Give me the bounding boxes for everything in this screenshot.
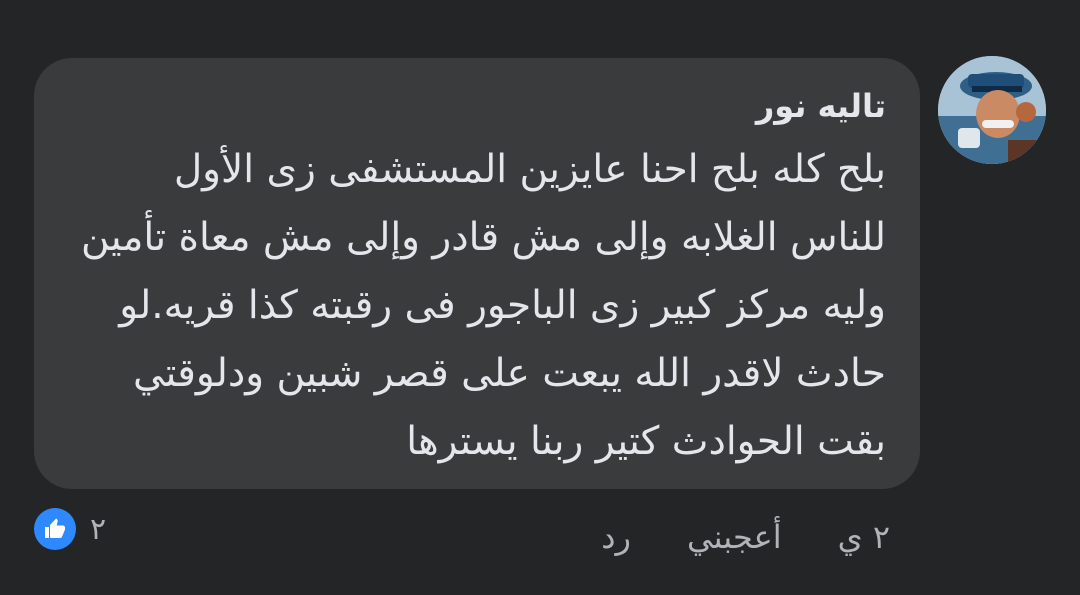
comment-actions: ٢ ي أعجبني رد	[601, 512, 890, 562]
comment-author[interactable]: تاليه نور	[68, 84, 886, 132]
reaction-count: ٢	[90, 511, 107, 547]
reaction-summary[interactable]: ٢	[34, 508, 106, 550]
comment-container: تاليه نور بلح كله بلح احنا عايزين المستش…	[0, 0, 1080, 595]
comment-time[interactable]: ٢ ي	[838, 518, 890, 556]
like-button[interactable]: أعجبني	[687, 518, 782, 556]
avatar-photo	[938, 56, 1046, 164]
comment-bubble: تاليه نور بلح كله بلح احنا عايزين المستش…	[34, 58, 920, 489]
reply-button[interactable]: رد	[601, 518, 631, 556]
like-icon	[34, 508, 76, 550]
avatar[interactable]	[938, 56, 1046, 164]
comment-text: بلح كله بلح احنا عايزين المستشفى زى الأو…	[81, 147, 886, 464]
